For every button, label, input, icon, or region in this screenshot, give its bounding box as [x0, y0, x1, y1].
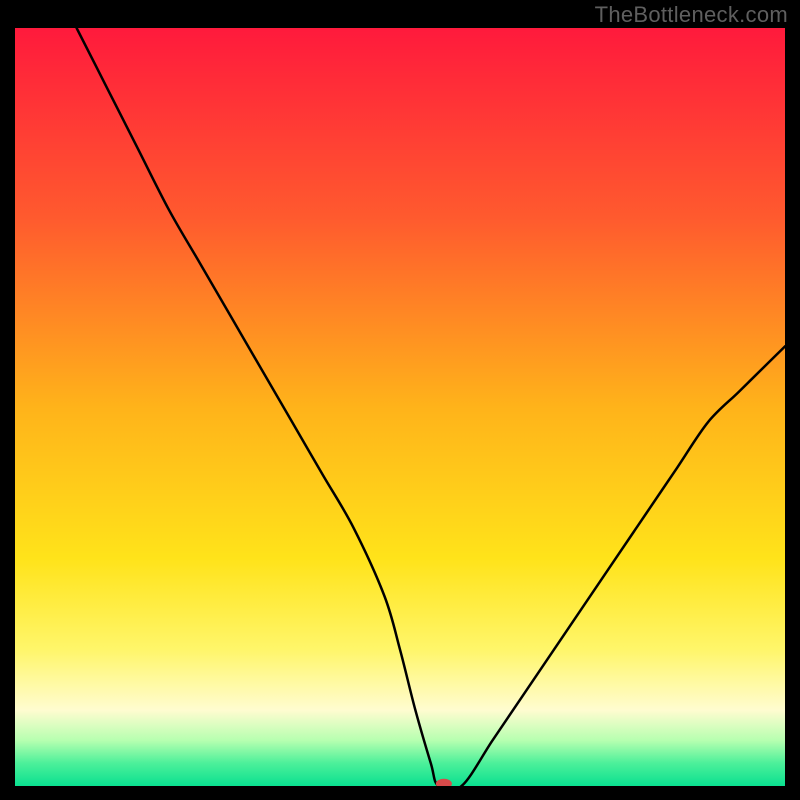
chart-frame: TheBottleneck.com — [0, 0, 800, 800]
watermark-text: TheBottleneck.com — [595, 2, 788, 28]
chart-svg — [15, 28, 785, 786]
plot-area — [15, 28, 785, 786]
gradient-background — [15, 28, 785, 786]
